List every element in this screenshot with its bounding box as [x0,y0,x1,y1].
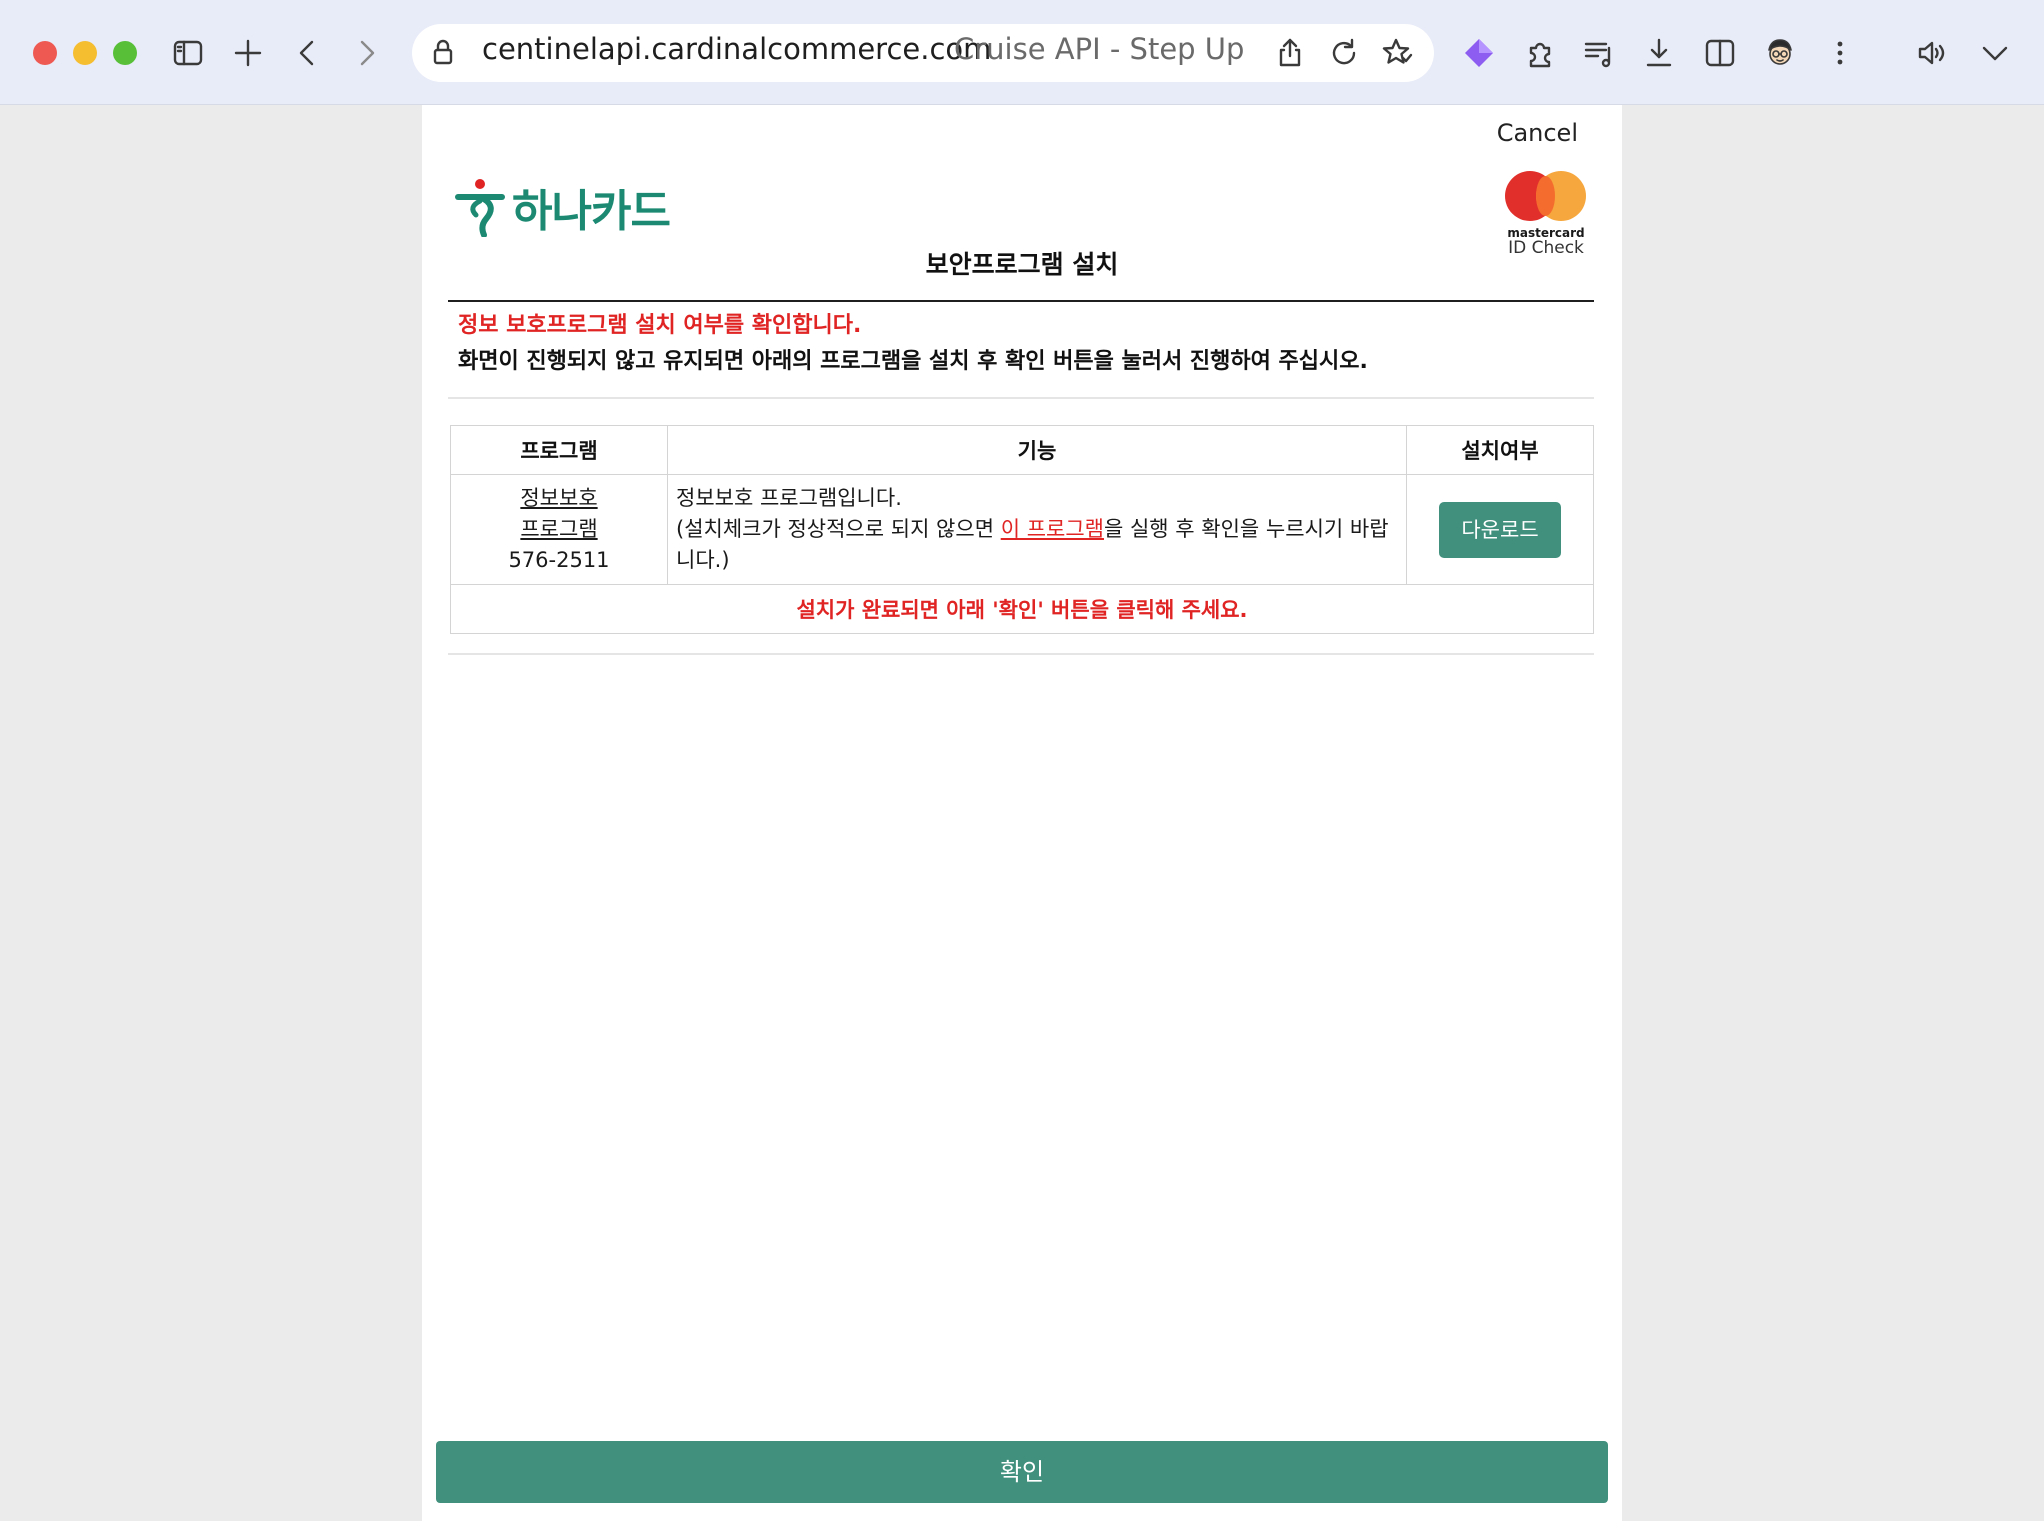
table-row: 정보보호 프로그램 576-2511 정보보호 프로그램입니다. (설치체크가 … [450,474,1594,585]
header-divider [448,300,1594,302]
split-view-icon[interactable] [1697,30,1743,76]
cancel-link[interactable]: Cancel [1497,119,1578,147]
minimize-window-button[interactable] [73,41,97,65]
download-icon[interactable] [1636,30,1682,76]
program-version: 576-2511 [508,548,610,572]
reading-list-icon[interactable] [1576,30,1622,76]
plus-icon[interactable] [225,30,271,76]
more-icon[interactable] [1817,30,1863,76]
notice-check-text: 정보 보호프로그램 설치 여부를 확인합니다. [458,313,862,338]
confirm-button[interactable]: 확인 [436,1441,1608,1503]
program-link[interactable]: 이 프로그램 [1001,517,1104,541]
hana-mark-icon [455,179,505,237]
notice-instruction-text: 화면이 진행되지 않고 유지되면 아래의 프로그램을 설치 후 확인 버튼을 눌… [458,349,1368,374]
table-footer-row: 설치가 완료되면 아래 '확인' 버튼을 클릭해 주세요. [450,584,1594,634]
hana-card-logo: 하나카드 [454,175,671,239]
program-name-line1: 정보보호 [520,486,598,510]
back-icon[interactable] [285,30,331,76]
extensions-icon[interactable] [1517,30,1563,76]
close-window-button[interactable] [33,41,57,65]
speaker-icon[interactable] [1909,30,1955,76]
browser-toolbar: centinelapi.cardinalcommerce.com Cruise … [0,0,2044,105]
tab-title: Cruise API - Step Up [954,32,1245,66]
function-desc-pre: (설치체크가 정상적으로 되지 않으면 [676,517,1001,541]
install-status-cell: 다운로드 [1406,474,1594,585]
program-name-line2: 프로그램 [520,517,598,541]
program-function-cell: 정보보호 프로그램입니다. (설치체크가 정상적으로 되지 않으면 이 프로그램… [667,474,1407,585]
notice-divider [448,397,1594,399]
table-header-row: 프로그램 기능 설치여부 [450,425,1594,475]
extension-gem-icon[interactable] [1456,30,1502,76]
share-icon[interactable] [1267,30,1313,76]
reload-icon[interactable] [1321,30,1367,76]
column-header-function: 기능 [667,425,1407,475]
download-button[interactable]: 다운로드 [1439,501,1561,558]
mastercard-circles-icon [1505,171,1587,223]
chevron-down-icon[interactable] [1972,30,2018,76]
zoom-window-button[interactable] [113,41,137,65]
function-desc-line1: 정보보호 프로그램입니다. [676,486,902,510]
table-divider [448,653,1594,655]
program-table: 프로그램 기능 설치여부 정보보호 프로그램 576-2511 정보보호 프로그… [450,425,1594,634]
column-header-program: 프로그램 [450,425,668,475]
url-host[interactable]: centinelapi.cardinalcommerce.com [482,32,991,66]
program-name-cell: 정보보호 프로그램 576-2511 [450,474,668,585]
favorite-icon[interactable] [1375,30,1421,76]
install-complete-note: 설치가 완료되면 아래 '확인' 버튼을 클릭해 주세요. [450,584,1594,634]
page-title: 보안프로그램 설치 [925,250,1119,279]
forward-icon[interactable] [343,30,389,76]
profile-avatar[interactable] [1757,30,1803,76]
bank-name: 하나카드 [512,186,671,237]
sidebar-icon[interactable] [165,30,211,76]
step-up-page: Cancel 하나카드 mastercard ID Check 보안프로그램 설… [422,105,1622,1521]
lock-icon [428,37,458,67]
column-header-install-status: 설치여부 [1406,425,1594,475]
